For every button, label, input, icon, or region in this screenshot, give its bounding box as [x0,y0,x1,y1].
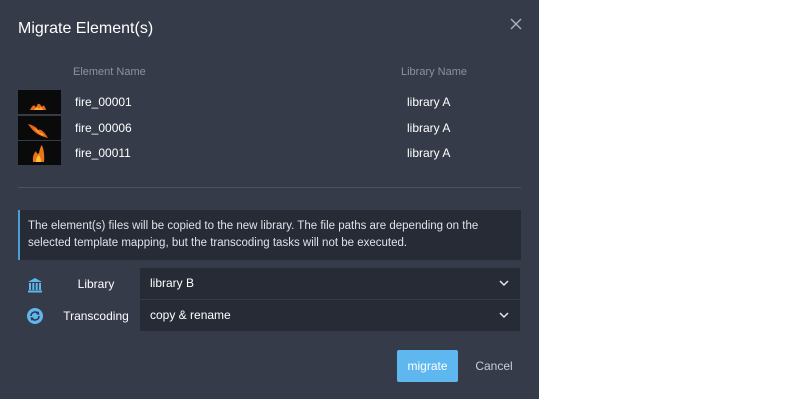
transcoding-icon [26,307,44,325]
element-name: fire_00001 [75,95,132,109]
library-name: library A [407,95,451,109]
table-row: fire_00001 library A [18,90,518,114]
library-select-value: library B [150,276,195,290]
library-select[interactable]: library B [140,268,520,299]
table-row: fire_00011 library A [18,141,518,165]
migrate-dialog: Migrate Element(s) Element Name Library … [0,0,539,399]
close-icon[interactable] [508,16,524,32]
element-name: fire_00011 [75,146,131,160]
divider [18,187,521,188]
transcoding-select[interactable]: copy & rename [140,300,520,331]
table-row: fire_00006 library A [18,116,518,140]
info-message: The element(s) files will be copied to t… [18,210,521,260]
transcoding-label: Transcoding [63,309,129,323]
column-header-library-name: Library Name [401,66,468,78]
element-name: fire_00006 [75,121,132,135]
cancel-button[interactable]: Cancel [470,350,518,382]
migrate-button[interactable]: migrate [397,350,458,382]
transcoding-select-value: copy & rename [150,308,231,322]
fire-thumbnail [18,116,61,140]
library-icon [26,276,44,294]
library-label: Library [77,277,115,291]
dialog-title: Migrate Element(s) [18,20,154,37]
library-name: library A [407,121,451,135]
chevron-down-icon [498,300,510,331]
chevron-down-icon [498,268,510,299]
fire-thumbnail [18,141,61,165]
fire-thumbnail [18,90,61,114]
library-name: library A [407,146,451,160]
column-header-element-name: Element Name [73,66,146,78]
